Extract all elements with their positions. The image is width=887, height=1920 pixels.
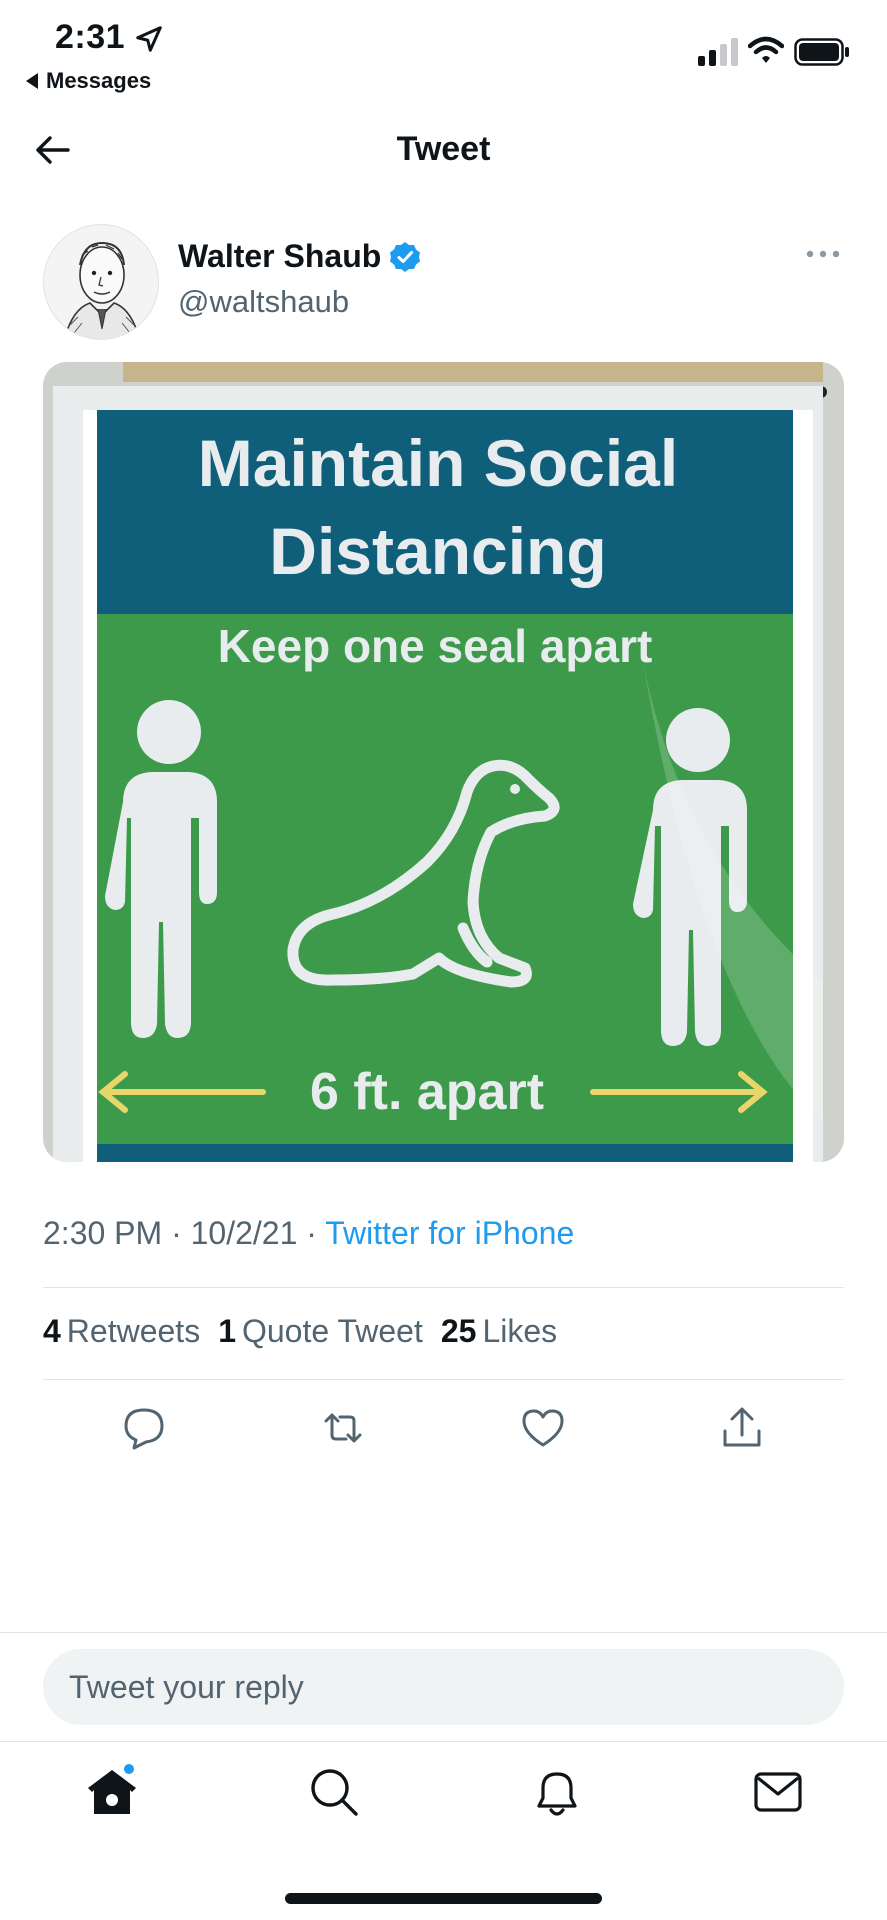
- page-title: Tweet: [396, 130, 491, 168]
- tweet-time: 2:30 PM: [43, 1215, 163, 1251]
- tweet-actions: [43, 1405, 844, 1455]
- display-name-text: Walter Shaub: [178, 238, 382, 274]
- meta-separator: ·: [306, 1215, 317, 1251]
- quotes-count: 1: [218, 1313, 236, 1349]
- display-name[interactable]: Walter Shaub: [178, 238, 421, 275]
- verified-badge-icon: [390, 241, 421, 272]
- user-handle[interactable]: @waltshaub: [178, 284, 349, 320]
- likes-label: Likes: [482, 1313, 558, 1349]
- home-indicator[interactable]: [285, 1893, 602, 1904]
- notifications-icon[interactable]: [529, 1764, 585, 1820]
- wifi-icon: [748, 36, 784, 63]
- retweets-stat[interactable]: 4 Retweets: [43, 1313, 200, 1350]
- reply-bar: Tweet your reply: [0, 1632, 887, 1742]
- bottom-tab-bar: [0, 1742, 887, 1852]
- quotes-label: Quote Tweet: [241, 1313, 423, 1349]
- quotes-stat[interactable]: 1 Quote Tweet: [218, 1313, 423, 1350]
- tweet-media-image[interactable]: Maintain Social Distancing Keep one seal…: [43, 362, 844, 1162]
- divider: [43, 1287, 844, 1288]
- retweets-count: 4: [43, 1313, 61, 1349]
- back-to-app-link[interactable]: Messages: [26, 68, 151, 94]
- reply-input[interactable]: Tweet your reply: [43, 1649, 844, 1725]
- likes-count: 25: [440, 1313, 477, 1349]
- retweet-icon[interactable]: [320, 1405, 366, 1451]
- sign-title-line1: Maintain Social: [198, 426, 678, 500]
- back-triangle-icon: [26, 73, 38, 89]
- messages-icon[interactable]: [750, 1764, 806, 1820]
- home-notification-dot: [122, 1762, 136, 1776]
- tweet-date: 10/2/21: [190, 1215, 298, 1251]
- avatar[interactable]: [43, 224, 159, 340]
- reply-icon[interactable]: [121, 1405, 167, 1451]
- meta-separator: ·: [171, 1215, 182, 1251]
- share-icon[interactable]: [719, 1405, 765, 1451]
- retweets-label: Retweets: [66, 1313, 201, 1349]
- divider: [43, 1379, 844, 1380]
- tweet-stats: 4 Retweets 1 Quote Tweet 25 Likes: [43, 1313, 557, 1350]
- sign-subtitle: Keep one seal apart: [218, 620, 653, 672]
- tweet-author[interactable]: Walter Shaub @waltshaub: [43, 222, 853, 342]
- more-options-icon[interactable]: [805, 248, 841, 260]
- sign-title-line2: Distancing: [269, 514, 606, 588]
- back-app-label: Messages: [46, 68, 152, 93]
- status-bar: 2:31 Messages: [0, 0, 887, 100]
- location-arrow-icon: [136, 26, 162, 52]
- search-icon[interactable]: [306, 1764, 362, 1820]
- battery-icon: [794, 38, 849, 66]
- sign-footer: 6 ft. apart: [310, 1063, 544, 1121]
- likes-stat[interactable]: 25 Likes: [441, 1313, 557, 1350]
- tweet-meta: 2:30 PM · 10/2/21 · Twitter for iPhone: [43, 1215, 574, 1252]
- tweet-source-link[interactable]: Twitter for iPhone: [325, 1215, 574, 1251]
- cellular-signal-icon: [698, 38, 738, 66]
- like-icon[interactable]: [520, 1405, 566, 1451]
- tweet-header: Tweet: [0, 110, 887, 190]
- avatar-sketch-image: [63, 241, 141, 339]
- status-time: 2:31: [55, 18, 126, 56]
